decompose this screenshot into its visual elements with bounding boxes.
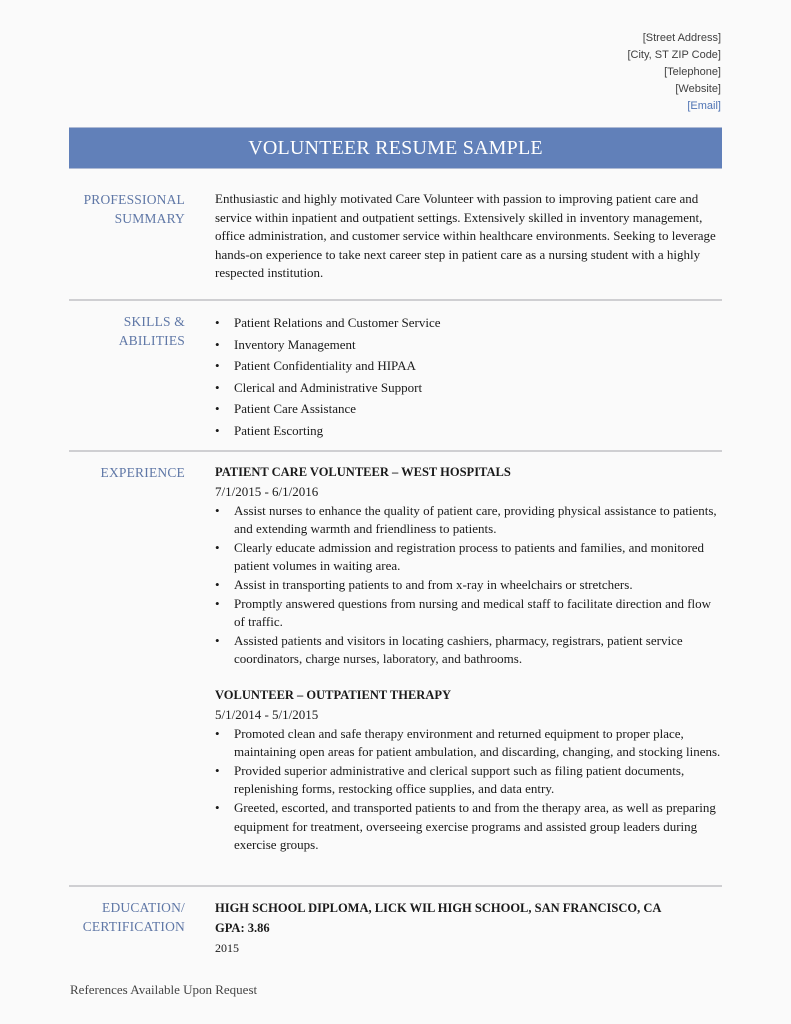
job-dates: 5/1/2014 - 5/1/2015 bbox=[215, 706, 319, 722]
education-label-line1: EDUCATION/ bbox=[102, 900, 185, 915]
contact-street: [Street Address] bbox=[642, 32, 721, 44]
skill-item: • Patient Relations and Customer Service bbox=[215, 312, 725, 334]
bullet-icon: • bbox=[215, 632, 220, 648]
section-divider bbox=[69, 885, 722, 887]
skill-text: Patient Escorting bbox=[234, 422, 324, 438]
skills-label: SKILLS & ABILITIES bbox=[69, 312, 185, 350]
contact-city: [City, ST ZIP Code] bbox=[627, 49, 721, 61]
education-gpa: GPA: 3.86 bbox=[215, 921, 270, 935]
skill-item: • Patient Care Assistance bbox=[215, 398, 725, 420]
references-note: References Available Upon Request bbox=[70, 982, 258, 997]
skill-item: • Inventory Management bbox=[215, 334, 725, 356]
skill-text: Patient Relations and Customer Service bbox=[234, 315, 441, 330]
bullet-icon: • bbox=[215, 401, 220, 416]
skill-text: Inventory Management bbox=[234, 336, 356, 352]
duty-text: Greeted, escorted, and transported patie… bbox=[234, 799, 716, 853]
summary-body: Enthusiastic and highly motivated Care V… bbox=[215, 190, 725, 283]
job-dates: 7/1/2015 - 6/1/2016 bbox=[215, 483, 319, 499]
summary-label-line1: PROFESSIONAL bbox=[83, 192, 185, 207]
education-label-line2: CERTIFICATION bbox=[82, 919, 185, 934]
bullet-icon: • bbox=[215, 595, 220, 611]
summary-label: PROFESSIONAL SUMMARY bbox=[69, 190, 185, 228]
duty-item: • Greeted, escorted, and transported pati… bbox=[215, 799, 725, 855]
bullet-icon: • bbox=[215, 762, 220, 778]
duty-item: • Provided superior administrative and cl… bbox=[215, 762, 725, 799]
section-divider bbox=[69, 450, 722, 452]
bullet-icon: • bbox=[215, 358, 220, 373]
job-entry: VOLUNTEER – OUTPATIENT THERAPY 5/1/2014 … bbox=[215, 686, 725, 855]
skill-item: • Patient Escorting bbox=[215, 420, 725, 442]
contact-email-link[interactable]: [Email] bbox=[627, 98, 721, 115]
duty-text: Assisted patients and visitors in locati… bbox=[234, 632, 683, 667]
skills-list: • Patient Relations and Customer Service … bbox=[215, 312, 725, 441]
job-title: VOLUNTEER – OUTPATIENT THERAPY bbox=[215, 687, 452, 702]
skill-item: • Patient Confidentiality and HIPAA bbox=[215, 355, 725, 377]
contact-block: [Street Address] [City, ST ZIP Code] [Te… bbox=[627, 30, 721, 115]
duty-item: • Promoted clean and safe therapy environ… bbox=[215, 725, 725, 762]
bullet-icon: • bbox=[215, 502, 220, 518]
bullet-icon: • bbox=[215, 539, 220, 555]
skill-text: Patient Confidentiality and HIPAA bbox=[234, 358, 416, 373]
bullet-icon: • bbox=[215, 725, 220, 741]
experience-label: EXPERIENCE bbox=[100, 465, 185, 480]
bullet-icon: • bbox=[215, 799, 220, 815]
education-degree: HIGH SCHOOL DIPLOMA, LICK WIL HIGH SCHOO… bbox=[215, 901, 662, 915]
skill-text: Clerical and Administrative Support bbox=[234, 379, 423, 395]
duty-text: Promoted clean and safe therapy environm… bbox=[234, 725, 721, 760]
job-entry: PATIENT CARE VOLUNTEER – WEST HOSPITALS … bbox=[215, 463, 725, 669]
title-banner: VOLUNTEER RESUME SAMPLE bbox=[69, 127, 722, 169]
duty-item: • Promptly answered questions from nursin… bbox=[215, 595, 725, 632]
contact-website: [Website] bbox=[675, 83, 721, 95]
section-divider bbox=[69, 299, 722, 301]
bullet-icon: • bbox=[215, 336, 220, 352]
duty-item: • Assisted patients and visitors in locat… bbox=[215, 632, 725, 669]
duty-item: • Clearly educate admission and registrat… bbox=[215, 539, 725, 576]
education-body: HIGH SCHOOL DIPLOMA, LICK WIL HIGH SCHOO… bbox=[215, 898, 725, 958]
contact-telephone: [Telephone] bbox=[664, 66, 721, 78]
skill-item: • Clerical and Administrative Support bbox=[215, 377, 725, 399]
duty-text: Assist nurses to enhance the quality of … bbox=[234, 502, 717, 537]
education-label: EDUCATION/ CERTIFICATION bbox=[69, 898, 185, 936]
bullet-icon: • bbox=[215, 576, 220, 592]
skills-label-line2: ABILITIES bbox=[118, 333, 185, 348]
skills-label-line1: SKILLS & bbox=[123, 314, 185, 329]
job-duties: • Assist nurses to enhance the quality of… bbox=[215, 502, 725, 669]
summary-label-line2: SUMMARY bbox=[114, 211, 185, 226]
skill-text: Patient Care Assistance bbox=[234, 401, 357, 416]
resume-title: VOLUNTEER RESUME SAMPLE bbox=[248, 136, 543, 159]
duty-text: Provided superior administrative and cle… bbox=[234, 762, 685, 797]
education-year: 2015 bbox=[215, 941, 239, 955]
duty-item: • Assist nurses to enhance the quality of… bbox=[215, 502, 725, 539]
bullet-icon: • bbox=[215, 422, 220, 438]
duty-text: Assist in transporting patients to and f… bbox=[234, 576, 633, 592]
bullet-icon: • bbox=[215, 315, 220, 330]
experience-body: PATIENT CARE VOLUNTEER – WEST HOSPITALS … bbox=[215, 463, 725, 855]
job-duties: • Promoted clean and safe therapy environ… bbox=[215, 725, 725, 855]
job-title: PATIENT CARE VOLUNTEER – WEST HOSPITALS bbox=[215, 465, 511, 479]
bullet-icon: • bbox=[215, 379, 220, 395]
summary-text: Enthusiastic and highly motivated Care V… bbox=[215, 191, 716, 281]
skills-body: • Patient Relations and Customer Service … bbox=[215, 312, 725, 441]
duty-item: • Assist in transporting patients to and … bbox=[215, 576, 725, 595]
duty-text: Clearly educate admission and registrati… bbox=[234, 539, 705, 574]
duty-text: Promptly answered questions from nursing… bbox=[234, 595, 712, 630]
